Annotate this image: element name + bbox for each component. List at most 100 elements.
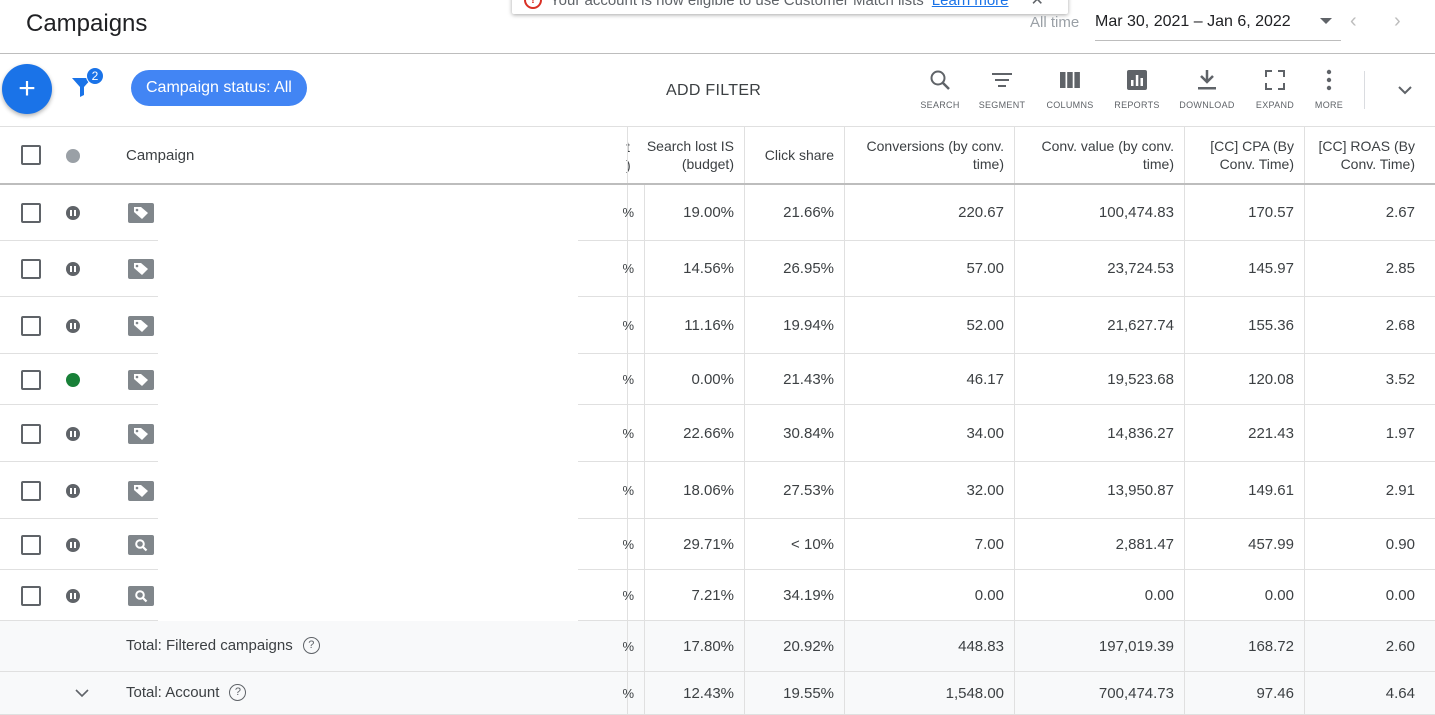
table-cell: 27.53% — [783, 481, 834, 499]
table-cell: 14,836.27 — [1107, 424, 1174, 442]
table-cell: 13,950.87 — [1107, 481, 1174, 499]
column-header[interactable]: Conversions (by conv. time) — [844, 127, 1014, 183]
learn-more-link[interactable]: Learn more — [932, 0, 1009, 9]
table-cell: 22.66% — [683, 424, 734, 442]
page-header: Campaigns ! Your account is now eligible… — [0, 0, 1435, 54]
table-cell: 1,548.00 — [945, 684, 1004, 702]
previous-period-icon[interactable]: ‹ — [1350, 10, 1357, 33]
row-checkbox[interactable] — [21, 203, 41, 223]
total-label-text: Total: Filtered campaigns — [126, 636, 293, 654]
status-paused-icon[interactable] — [66, 262, 80, 276]
row-checkbox[interactable] — [21, 369, 41, 390]
table-cell: < 10% — [791, 535, 834, 553]
clipped-cell: % — [622, 587, 634, 603]
table-cell: 0.00 — [1385, 586, 1415, 604]
table-cell: 7.21% — [691, 586, 734, 604]
table-cell: 0.00 — [1144, 586, 1174, 604]
table-cell: 448.83 — [958, 637, 1004, 655]
row-checkbox[interactable] — [21, 315, 41, 336]
table-cell: 220.67 — [958, 204, 1004, 221]
shopping-tag-icon — [128, 423, 154, 444]
add-filter-button[interactable]: ADD FILTER — [666, 82, 761, 100]
column-header[interactable]: [CC] CPA (By Conv. Time) — [1184, 127, 1304, 183]
segment-icon — [992, 73, 1012, 87]
table-cell: 149.61 — [1248, 481, 1294, 499]
help-icon[interactable]: ? — [302, 636, 320, 654]
add-campaign-button[interactable]: + — [2, 64, 52, 114]
toolbar-divider — [1364, 71, 1365, 109]
reports-tool-button[interactable]: REPORTS — [1106, 68, 1168, 110]
table-cell: 2.60 — [1385, 637, 1415, 655]
table-cell: 14.56% — [683, 260, 734, 277]
shopping-tag-icon — [128, 203, 154, 223]
campaign-status-filter-chip[interactable]: Campaign status: All — [131, 70, 307, 106]
warning-icon: ! — [524, 0, 542, 9]
table-cell: 0.00 — [1264, 586, 1294, 604]
clipped-cell: % — [622, 638, 634, 654]
table-cell: 155.36 — [1248, 316, 1294, 334]
campaign-column-header[interactable]: Campaign — [126, 147, 194, 164]
table-cell: 4.64 — [1385, 684, 1415, 702]
table-cell: 17.80% — [683, 637, 734, 655]
clipped-cell: % — [622, 685, 634, 701]
help-icon[interactable]: ? — [229, 683, 247, 701]
row-checkbox[interactable] — [21, 585, 41, 606]
status-paused-icon[interactable] — [66, 483, 80, 498]
column-header[interactable]: [CC] ROAS (By Conv. Time) — [1304, 127, 1425, 183]
status-column-icon — [66, 149, 80, 163]
columns-tool-label: COLUMNS — [1046, 100, 1094, 110]
close-icon[interactable]: ✕ — [1031, 0, 1044, 10]
select-all-checkbox[interactable] — [21, 145, 41, 165]
table-cell: 19.00% — [683, 204, 734, 221]
total-label: Total: Filtered campaigns? — [126, 636, 320, 654]
notification-banner: ! Your account is now eligible to use Cu… — [512, 0, 1068, 14]
fullscreen-icon — [1265, 70, 1285, 90]
status-paused-icon[interactable] — [66, 426, 80, 441]
table-cell: 2.91 — [1385, 481, 1415, 499]
reports-tool-label: REPORTS — [1114, 100, 1160, 110]
table-header-row: Campaign t ) Search lost IS (budget) Cli… — [0, 127, 1435, 185]
dropdown-arrow-icon[interactable] — [1320, 18, 1332, 24]
total-label: Total: Account? — [126, 683, 247, 701]
status-paused-icon[interactable] — [66, 206, 80, 220]
table-cell: 3.52 — [1385, 370, 1415, 388]
table-cell: 29.71% — [683, 535, 734, 553]
date-preset-label: All time — [1030, 14, 1080, 31]
table-cell: 0.90 — [1385, 535, 1415, 553]
row-checkbox[interactable] — [21, 423, 41, 444]
clipped-cell: % — [622, 317, 634, 333]
download-tool-button[interactable]: DOWNLOAD — [1176, 68, 1238, 110]
row-checkbox[interactable] — [21, 480, 41, 501]
clipped-cell: % — [622, 261, 634, 276]
table-cell: 12.43% — [683, 684, 734, 702]
column-header[interactable]: Search lost IS (budget) — [644, 127, 744, 183]
status-paused-icon[interactable] — [66, 588, 80, 603]
table-cell: 0.00 — [974, 586, 1004, 604]
date-range-picker[interactable]: Mar 30, 2021 – Jan 6, 2022 — [1095, 13, 1341, 41]
more-vert-icon — [1326, 69, 1332, 91]
next-period-icon[interactable]: › — [1394, 10, 1401, 33]
segment-tool-button[interactable]: SEGMENT — [971, 68, 1033, 110]
table-cell: 32.00 — [966, 481, 1004, 499]
download-icon — [1198, 70, 1216, 90]
status-paused-icon[interactable] — [66, 318, 80, 333]
table-cell: 457.99 — [1248, 535, 1294, 553]
expand-chevron-icon[interactable] — [74, 685, 90, 706]
expand-tool-button[interactable]: EXPAND — [1244, 68, 1306, 110]
columns-tool-button[interactable]: COLUMNS — [1039, 68, 1101, 110]
filter-count-badge: 2 — [86, 67, 104, 85]
expand-tool-label: EXPAND — [1255, 100, 1295, 110]
search-campaign-icon — [128, 585, 154, 606]
search-tool-button[interactable]: SEARCH — [909, 68, 971, 110]
table-cell: 120.08 — [1248, 370, 1294, 388]
table-cell: 1.97 — [1385, 424, 1415, 442]
chevron-down-icon[interactable] — [1396, 81, 1414, 99]
column-header[interactable]: Conv. value (by conv. time) — [1014, 127, 1184, 183]
more-tool-button[interactable]: MORE — [1298, 68, 1360, 110]
status-paused-icon[interactable] — [66, 537, 80, 552]
status-enabled-icon[interactable] — [66, 372, 80, 387]
row-checkbox[interactable] — [21, 534, 41, 555]
table-cell: 57.00 — [966, 260, 1004, 277]
row-checkbox[interactable] — [21, 259, 41, 279]
column-header[interactable]: Click share — [744, 127, 844, 183]
